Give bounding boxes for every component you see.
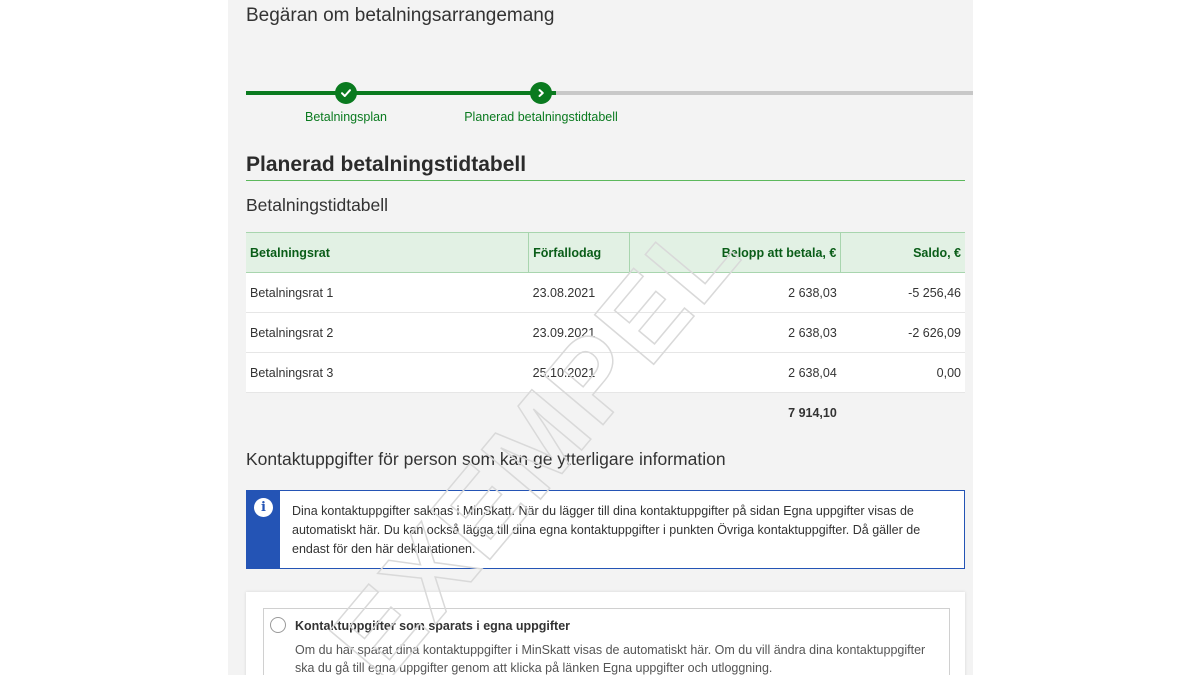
due-date-cell: 23.09.2021	[528, 312, 630, 353]
column-header-installment: Betalningsrat	[246, 232, 529, 273]
contact-option-card: Kontaktuppgifter som sparats i egna uppg…	[246, 592, 965, 675]
step-1-check-icon[interactable]	[335, 82, 357, 104]
column-header-due-date: Förfallodag	[528, 232, 630, 273]
option-title[interactable]: Kontaktuppgifter som sparats i egna uppg…	[295, 619, 570, 633]
info-text: Dina kontaktuppgifter saknas i MinSkatt.…	[292, 504, 921, 556]
table-row: Betalningsrat 3 25.10.2021 2 638,04 0,00	[246, 352, 965, 393]
option-description: Om du har sparat dina kontaktuppgifter i…	[295, 643, 926, 675]
installment-cell: Betalningsrat 2	[246, 312, 529, 353]
table-row: Betalningsrat 1 23.08.2021 2 638,03 -5 2…	[246, 272, 965, 313]
info-icon: i	[254, 498, 273, 517]
table-total-row: 7 914,10	[246, 393, 965, 433]
schedule-subtitle: Betalningstidtabell	[246, 195, 389, 215]
stepper-line-completed	[246, 91, 556, 95]
table-row: Betalningsrat 2 23.09.2021 2 638,03 -2 6…	[246, 312, 965, 353]
balance-cell: 0,00	[840, 352, 965, 393]
installment-cell: Betalningsrat 1	[246, 272, 529, 313]
total-amount-cell: 7 914,10	[788, 405, 837, 420]
column-header-balance: Saldo, €	[840, 232, 965, 273]
due-date-cell: 23.08.2021	[528, 272, 630, 313]
contact-option-saved[interactable]: Kontaktuppgifter som sparats i egna uppg…	[263, 608, 950, 675]
amount-cell: 2 638,03	[629, 272, 841, 313]
total-empty-cell	[529, 393, 630, 433]
due-date-cell: 25.10.2021	[528, 352, 630, 393]
balance-cell: -5 256,46	[840, 272, 965, 313]
total-empty-cell	[841, 393, 965, 433]
section-title: Planerad betalningstidtabell	[246, 153, 527, 176]
column-header-amount: Belopp att betala, €	[629, 232, 841, 273]
amount-cell: 2 638,03	[629, 312, 841, 353]
amount-cell: 2 638,04	[629, 352, 841, 393]
section-divider	[246, 180, 965, 181]
balance-cell: -2 626,09	[840, 312, 965, 353]
main-panel: Begäran om betalningsarrangemang Betalni…	[228, 0, 973, 675]
payment-schedule-table: Betalningsrat Förfallodag Belopp att bet…	[246, 232, 965, 432]
installment-cell: Betalningsrat 3	[246, 352, 529, 393]
saved-contact-radio[interactable]	[270, 617, 286, 633]
step-1-label[interactable]: Betalningsplan	[305, 110, 387, 124]
contact-section-title: Kontaktuppgifter för person som kan ge y…	[246, 449, 726, 469]
table-header-row: Betalningsrat Förfallodag Belopp att bet…	[246, 232, 965, 273]
info-notice: i Dina kontaktuppgifter saknas i MinSkat…	[246, 490, 965, 569]
info-stripe: i	[247, 491, 280, 568]
step-2-chevron-right-icon[interactable]	[530, 82, 552, 104]
page-title: Begäran om betalningsarrangemang	[246, 5, 555, 26]
total-empty-cell	[246, 393, 529, 433]
stepper-line-remaining	[556, 91, 973, 95]
step-2-label[interactable]: Planerad betalningstidtabell	[464, 110, 618, 124]
